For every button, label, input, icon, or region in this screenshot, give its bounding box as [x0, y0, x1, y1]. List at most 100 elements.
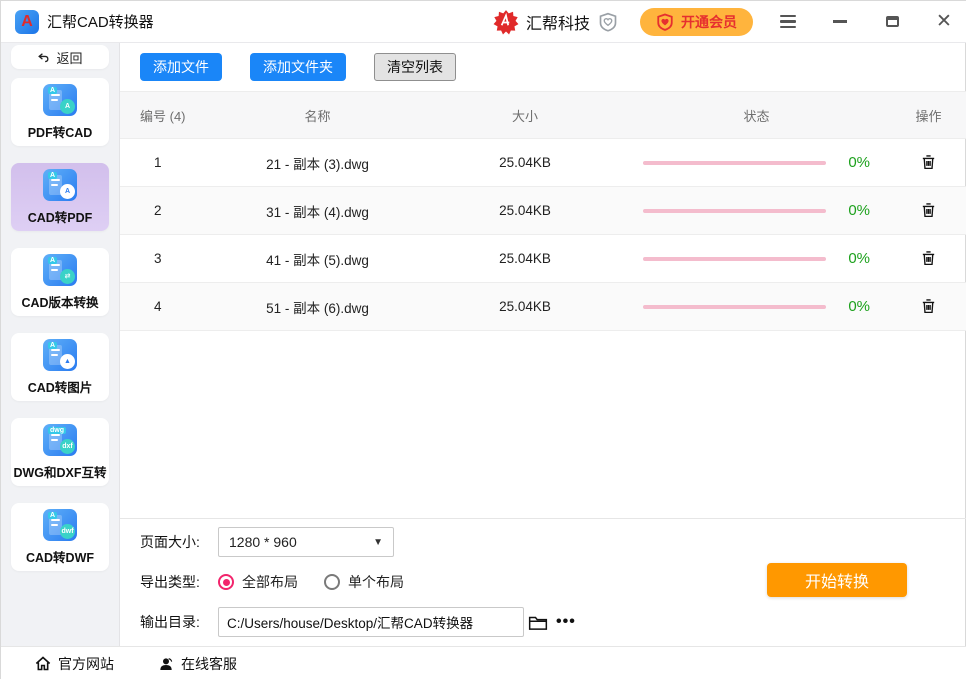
progress-bar	[643, 257, 826, 261]
back-button[interactable]: 返回	[11, 45, 109, 69]
browse-folder-button[interactable]	[524, 614, 552, 631]
open-vip-label: 开通会员	[681, 12, 737, 32]
minimize-button[interactable]	[831, 13, 849, 31]
header-name: 名称	[210, 106, 425, 125]
clear-list-button[interactable]: 清空列表	[374, 53, 456, 81]
row-filename: 31 - 副本 (4).dwg	[210, 201, 425, 221]
sidebar-item-label: CAD转DWF	[26, 547, 94, 566]
app-window: A 汇帮CAD转换器 汇帮科技 开通会员 ✕	[1, 1, 966, 680]
output-dir-input[interactable]	[218, 607, 524, 637]
start-convert-button[interactable]: 开始转换	[767, 563, 907, 597]
sidebar-item-label: CAD版本转换	[21, 292, 98, 311]
menu-button[interactable]	[779, 13, 797, 31]
page-size-dropdown[interactable]: 1280 * 960 ▼	[218, 527, 394, 557]
app-logo-icon: A	[15, 10, 39, 34]
row-filename: 41 - 副本 (5).dwg	[210, 249, 425, 269]
minimize-icon	[833, 20, 847, 22]
row-index: 1	[120, 155, 210, 170]
radio-single-layout[interactable]: 单个布局	[324, 572, 404, 592]
file-table: 编号 (4) 名称 大小 状态 操作 1 21 - 副本 (3).dwg 25.…	[120, 91, 966, 331]
close-button[interactable]: ✕	[935, 13, 953, 31]
titlebar: A 汇帮CAD转换器 汇帮科技 开通会员 ✕	[1, 1, 966, 43]
brand-name: 汇帮科技	[526, 10, 590, 34]
sidebar: 返回 A A PDF转CAD A A CAD转PDF A ⇄	[1, 43, 120, 646]
settings-panel: 页面大小: 1280 * 960 ▼ 导出类型: 全部布局	[120, 518, 966, 646]
table-row: 3 41 - 副本 (5).dwg 25.04KB 0%	[120, 235, 966, 283]
sidebar-item-dwg-dxf-convert[interactable]: dwg dxf DWG和DXF互转	[11, 418, 109, 486]
progress-percent: 0%	[840, 202, 870, 219]
sidebar-item-pdf-to-cad[interactable]: A A PDF转CAD	[11, 78, 109, 146]
brand-seal-icon	[493, 9, 519, 35]
dwg-dxf-convert-icon: dwg dxf	[43, 424, 77, 456]
back-arrow-icon	[37, 51, 50, 64]
radio-selected-icon	[218, 574, 234, 590]
open-vip-button[interactable]: 开通会员	[640, 8, 753, 36]
row-filesize: 25.04KB	[425, 299, 625, 314]
official-website-label: 官方网站	[58, 654, 114, 674]
progress-percent: 0%	[840, 250, 870, 267]
delete-row-button[interactable]	[918, 151, 939, 173]
main-panel: 添加文件 添加文件夹 清空列表 编号 (4) 名称 大小 状态 操作 1 21 …	[120, 43, 966, 646]
heart-badge-icon[interactable]	[598, 12, 618, 32]
chevron-down-icon: ▼	[373, 537, 383, 548]
close-icon: ✕	[936, 12, 952, 31]
sidebar-item-label: DWG和DXF互转	[13, 462, 106, 481]
progress-bar	[643, 161, 826, 165]
export-type-label: 导出类型:	[140, 572, 218, 592]
output-dir-label: 输出目录:	[140, 612, 218, 632]
page-size-label: 页面大小:	[140, 532, 218, 552]
progress-percent: 0%	[840, 298, 870, 315]
back-label: 返回	[56, 48, 82, 67]
table-row: 4 51 - 副本 (6).dwg 25.04KB 0%	[120, 283, 966, 331]
ellipsis-icon: •••	[556, 613, 576, 630]
header-size: 大小	[425, 106, 625, 125]
sidebar-item-cad-to-dwf[interactable]: A dwf CAD转DWF	[11, 503, 109, 571]
hamburger-icon	[780, 15, 796, 28]
sidebar-item-cad-to-image[interactable]: A ▲ CAD转图片	[11, 333, 109, 401]
row-filesize: 25.04KB	[425, 203, 625, 218]
online-support-label: 在线客服	[181, 654, 237, 674]
sidebar-item-label: PDF转CAD	[28, 122, 93, 141]
row-index: 2	[120, 203, 210, 218]
customer-service-icon	[158, 656, 174, 672]
sidebar-item-label: CAD转图片	[28, 377, 93, 396]
table-row: 1 21 - 副本 (3).dwg 25.04KB 0%	[120, 139, 966, 187]
sidebar-item-cad-version-convert[interactable]: A ⇄ CAD版本转换	[11, 248, 109, 316]
row-index: 3	[120, 251, 210, 266]
footer: 官方网站 在线客服	[1, 646, 966, 680]
progress-bar	[643, 305, 826, 309]
header-index: 编号 (4)	[120, 106, 210, 125]
trash-icon	[920, 249, 937, 267]
online-support-link[interactable]: 在线客服	[158, 654, 237, 674]
table-row: 2 31 - 副本 (4).dwg 25.04KB 0%	[120, 187, 966, 235]
header-status: 状态	[625, 106, 890, 125]
row-filename: 21 - 副本 (3).dwg	[210, 153, 425, 173]
radio-all-layouts[interactable]: 全部布局	[218, 572, 298, 592]
maximize-icon	[886, 16, 899, 27]
official-website-link[interactable]: 官方网站	[35, 654, 114, 674]
app-title: 汇帮CAD转换器	[47, 11, 154, 32]
home-icon	[35, 656, 51, 671]
delete-row-button[interactable]	[918, 199, 939, 221]
trash-icon	[920, 297, 937, 315]
delete-row-button[interactable]	[918, 295, 939, 317]
add-folder-button[interactable]: 添加文件夹	[250, 53, 346, 81]
table-header: 编号 (4) 名称 大小 状态 操作	[120, 91, 966, 139]
progress-bar	[643, 209, 826, 213]
cad-to-image-icon: A ▲	[43, 339, 77, 371]
cad-version-convert-icon: A ⇄	[43, 254, 77, 286]
delete-row-button[interactable]	[918, 247, 939, 269]
pdf-to-cad-icon: A A	[43, 84, 77, 116]
sidebar-item-cad-to-pdf[interactable]: A A CAD转PDF	[11, 163, 109, 231]
folder-icon	[528, 614, 548, 631]
maximize-button[interactable]	[883, 13, 901, 31]
radio-unselected-icon	[324, 574, 340, 590]
radio-label: 全部布局	[242, 572, 298, 592]
vip-heart-icon	[656, 13, 674, 31]
trash-icon	[920, 153, 937, 171]
row-filename: 51 - 副本 (6).dwg	[210, 297, 425, 317]
toolbar: 添加文件 添加文件夹 清空列表	[120, 43, 966, 91]
page-size-value: 1280 * 960	[229, 534, 373, 550]
add-file-button[interactable]: 添加文件	[140, 53, 222, 81]
row-index: 4	[120, 299, 210, 314]
